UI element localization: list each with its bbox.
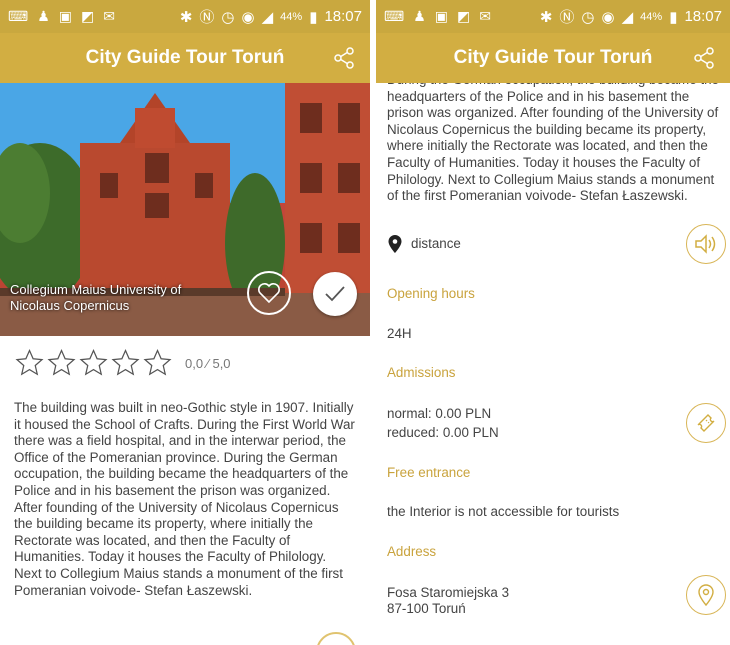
free-entrance-row: the Interior is not accessible for touri…: [376, 493, 730, 531]
signal-icon: ◢: [261, 8, 274, 26]
distance-label: distance: [411, 236, 461, 252]
alarm-icon: ◷: [581, 8, 595, 26]
keyboard-icon: ⌨: [8, 8, 29, 24]
mail-icon: ✉: [479, 8, 491, 24]
star-icon[interactable]: [78, 348, 109, 378]
rating-value: 0,0 ⁄ 5,0: [185, 355, 231, 371]
map-pin-icon: [698, 584, 714, 606]
check-icon: [325, 286, 345, 302]
battery-text: 44%: [280, 10, 303, 23]
admissions-row: normal: 0.00 PLN reduced: 0.00 PLN: [376, 393, 730, 453]
admission-normal: normal: 0.00 PLN: [387, 405, 492, 421]
share-icon[interactable]: [692, 46, 716, 70]
opening-hours-value: 24H: [387, 326, 412, 342]
person-icon: ♟: [413, 8, 426, 24]
address-row: Fosa Staromiejska 3 87-100 Toruń: [376, 573, 730, 629]
bluetooth-icon: ✱: [179, 8, 193, 26]
place-description: The building was built in neo-Gothic sty…: [14, 400, 355, 598]
map-button[interactable]: [686, 574, 726, 615]
clock: 18:07: [684, 8, 722, 25]
wifi-icon: ◉: [601, 8, 615, 26]
nfc-icon: Ⓝ: [199, 9, 215, 26]
star-rating[interactable]: [14, 348, 173, 378]
battery-icon: ▮: [669, 8, 678, 26]
left-screen: ⌨ ♟ ▣ ◩ ✉ ✱ Ⓝ ◷ ◉ ◢ 44% ▮ 18:07 City Gui…: [0, 0, 370, 645]
star-icon[interactable]: [14, 348, 45, 378]
keyboard-icon: ⌨: [384, 8, 405, 24]
star-icon[interactable]: [110, 348, 141, 378]
location-pin-icon: [388, 234, 402, 253]
battery-text: 44%: [640, 10, 663, 23]
clock: 18:07: [324, 8, 362, 25]
free-entrance-header: Free entrance: [376, 453, 730, 493]
ticket-icon: [697, 413, 715, 432]
visited-button[interactable]: [313, 272, 357, 316]
signal-icon: ◢: [621, 8, 634, 26]
audio-guide-button[interactable]: [686, 223, 726, 264]
opening-hours-row: 24H: [376, 315, 730, 353]
free-entrance-value: the Interior is not accessible for touri…: [387, 504, 620, 520]
address-line2: 87-100 Toruń: [387, 600, 466, 616]
favorite-button[interactable]: [247, 271, 291, 315]
free-entrance-label: Free entrance: [387, 465, 471, 481]
speaker-icon: [695, 233, 716, 254]
alarm-icon: ◷: [221, 8, 235, 26]
star-icon[interactable]: [142, 348, 173, 378]
opening-hours-label: Opening hours: [387, 286, 475, 302]
rating-row: 0,0 ⁄ 5,0: [0, 336, 370, 390]
status-bar: ⌨ ♟ ▣ ◩ ✉ ✱ Ⓝ ◷ ◉ ◢ 44% ▮ 18:07: [376, 0, 730, 33]
distance-row: distance: [376, 215, 730, 273]
bluetooth-icon: ✱: [539, 8, 553, 26]
admission-reduced: reduced: 0.00 PLN: [387, 424, 499, 440]
app-title: City Guide Tour Toruń: [453, 47, 653, 68]
image-icon: ▣: [434, 8, 449, 24]
battery-icon: ▮: [309, 8, 318, 26]
app-bar: City Guide Tour Toruń: [0, 33, 370, 83]
audio-button-partial[interactable]: [316, 632, 356, 645]
image-icon: ▣: [58, 8, 73, 24]
share-icon[interactable]: [332, 46, 356, 70]
place-description-tail: During the German occupation, the buildi…: [387, 72, 719, 204]
admissions-label: Admissions: [387, 365, 456, 381]
admissions-header: Admissions: [376, 353, 730, 393]
address-line1: Fosa Staromiejska 3: [387, 584, 510, 600]
status-bar: ⌨ ♟ ▣ ◩ ✉ ✱ Ⓝ ◷ ◉ ◢ 44% ▮ 18:07: [0, 0, 370, 33]
star-icon[interactable]: [46, 348, 77, 378]
nfc-icon: Ⓝ: [559, 9, 575, 26]
app-title: City Guide Tour Toruń: [85, 47, 285, 68]
address-header: Address: [376, 531, 730, 573]
app-bar: City Guide Tour Toruń: [376, 33, 730, 83]
opening-hours-header: Opening hours: [376, 273, 730, 315]
heart-icon: [258, 283, 280, 304]
right-screen: ⌨ ♟ ▣ ◩ ✉ ✱ Ⓝ ◷ ◉ ◢ 44% ▮ 18:07 City Gui…: [376, 0, 730, 645]
tickets-button[interactable]: [686, 402, 726, 443]
person-icon: ♟: [37, 8, 50, 24]
photo-icon: ◩: [457, 8, 471, 24]
address-label: Address: [387, 544, 437, 560]
wifi-icon: ◉: [241, 8, 255, 26]
mail-icon: ✉: [103, 8, 115, 24]
place-caption: Collegium Maius University of Nicolaus C…: [10, 282, 182, 313]
photo-icon: ◩: [81, 8, 95, 24]
